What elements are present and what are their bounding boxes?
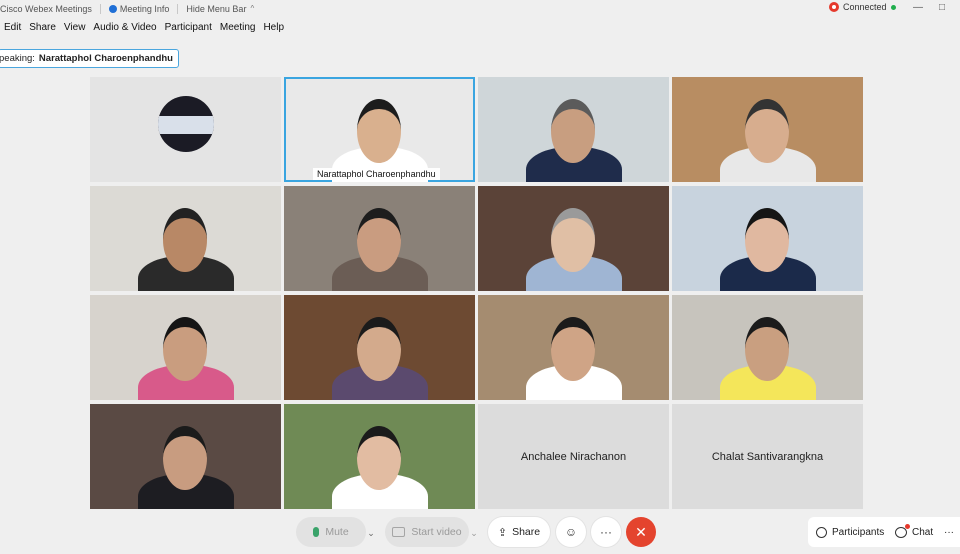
participant-face xyxy=(357,99,401,163)
participant-video-tile[interactable]: Narattaphol Charoenphandhu xyxy=(284,77,475,182)
connection-icon xyxy=(829,2,839,12)
participant-video-tile[interactable] xyxy=(90,186,281,291)
menu-edit[interactable]: Edit xyxy=(4,22,21,36)
menu-meeting[interactable]: Meeting xyxy=(220,22,256,36)
divider xyxy=(177,3,179,14)
menu-audio-video[interactable]: Audio & Video xyxy=(93,22,156,36)
info-icon xyxy=(108,4,117,13)
start-video-button[interactable]: Start video xyxy=(385,517,469,547)
reactions-button[interactable]: ☺ xyxy=(556,517,586,547)
menu-participant[interactable]: Participant xyxy=(165,22,212,36)
participants-label: Participants xyxy=(832,526,885,538)
participant-face xyxy=(745,208,789,272)
participant-name: Anchalee Nirachanon xyxy=(520,450,627,463)
chat-icon xyxy=(895,523,910,538)
participant-video-tile[interactable] xyxy=(284,404,475,509)
speaking-prefix: peaking: xyxy=(0,53,35,64)
connection-status[interactable]: Connected xyxy=(829,2,896,12)
participant-video-tile[interactable] xyxy=(672,295,863,400)
video-options-chevron-icon[interactable]: ⌄ xyxy=(467,528,481,539)
mute-button[interactable]: Mute xyxy=(296,517,366,547)
meeting-info-label: Meeting Info xyxy=(119,3,170,14)
divider xyxy=(99,3,101,14)
menu-bar: Edit Share View Audio & Video Participan… xyxy=(4,22,284,36)
participants-button[interactable]: Participants xyxy=(808,517,896,547)
unread-dot xyxy=(905,523,910,529)
ellipsis-icon: ··· xyxy=(600,525,612,539)
ellipsis-icon: ··· xyxy=(944,526,954,538)
participant-avatar xyxy=(158,96,214,152)
participant-video-tile[interactable] xyxy=(284,186,475,291)
smiley-icon: ☺ xyxy=(564,525,578,539)
participant-face xyxy=(551,99,595,163)
hide-menu-bar-label: Hide Menu Bar xyxy=(186,3,247,14)
participant-face xyxy=(551,317,595,381)
start-video-label: Start video xyxy=(411,526,462,538)
title-bar: Cisco Webex Meetings Meeting Info Hide M… xyxy=(0,0,960,17)
participant-name: Chalat Santivarangkna xyxy=(711,450,824,463)
participant-name-tile[interactable]: Anchalee Nirachanon xyxy=(478,404,669,509)
participant-video-tile[interactable] xyxy=(90,295,281,400)
connection-label: Connected xyxy=(843,2,887,12)
close-icon: ✕ xyxy=(635,523,647,540)
participant-name-tile[interactable]: Chalat Santivarangkna xyxy=(672,404,863,509)
participant-face xyxy=(357,426,401,490)
active-speaker-name: Narattaphol Charoenphandhu xyxy=(38,53,173,64)
participant-face xyxy=(551,208,595,272)
participants-icon xyxy=(816,526,827,538)
active-speaker-banner: peaking: Narattaphol Charoenphandhu xyxy=(0,49,179,68)
chat-label: Chat xyxy=(912,526,934,538)
more-options-button[interactable]: ··· xyxy=(591,517,621,547)
participant-video-tile[interactable] xyxy=(478,186,669,291)
audio-options-chevron-icon[interactable]: ⌄ xyxy=(364,528,378,539)
participant-video-tile[interactable] xyxy=(672,77,863,182)
chat-button[interactable]: Chat xyxy=(889,517,941,547)
participant-face xyxy=(163,317,207,381)
participant-video-tile[interactable] xyxy=(90,77,281,182)
chevron-up-icon: ^ xyxy=(250,4,255,13)
participant-video-tile[interactable] xyxy=(478,295,669,400)
mute-label: Mute xyxy=(325,526,349,538)
participant-video-tile[interactable] xyxy=(672,186,863,291)
end-meeting-button[interactable]: ✕ xyxy=(626,517,656,547)
video-grid: Narattaphol Charoenphandhu Anchalee Nirac… xyxy=(90,77,864,510)
minimize-button[interactable]: — xyxy=(913,2,923,13)
participant-video-tile[interactable] xyxy=(90,404,281,509)
menu-share[interactable]: Share xyxy=(29,22,56,36)
participant-face xyxy=(745,99,789,163)
menu-view[interactable]: View xyxy=(64,22,86,36)
maximize-button[interactable]: □ xyxy=(939,2,945,13)
overflow-button[interactable]: ··· xyxy=(938,517,960,547)
participant-video-tile[interactable] xyxy=(284,295,475,400)
participant-video-tile[interactable] xyxy=(478,77,669,182)
meeting-controls: Mute ⌄ Start video ⌄ ⇪ Share ☺ ··· ✕ Par… xyxy=(0,514,960,550)
participant-face xyxy=(357,317,401,381)
status-dot-icon xyxy=(890,4,896,10)
participant-face xyxy=(163,208,207,272)
hide-menu-bar-button[interactable]: Hide Menu Bar ^ xyxy=(186,4,254,14)
share-icon: ⇪ xyxy=(497,526,508,539)
meeting-info-button[interactable]: Meeting Info xyxy=(108,3,170,14)
participant-face xyxy=(357,208,401,272)
participant-name-label: Narattaphol Charoenphandhu xyxy=(313,168,440,180)
share-label: Share xyxy=(512,526,541,538)
menu-help[interactable]: Help xyxy=(263,22,284,36)
app-name: Cisco Webex Meetings xyxy=(0,3,92,14)
participant-face xyxy=(745,317,789,381)
participant-face xyxy=(163,426,207,490)
microphone-icon xyxy=(313,527,320,537)
camera-icon xyxy=(392,527,406,537)
share-button[interactable]: ⇪ Share xyxy=(488,517,550,547)
